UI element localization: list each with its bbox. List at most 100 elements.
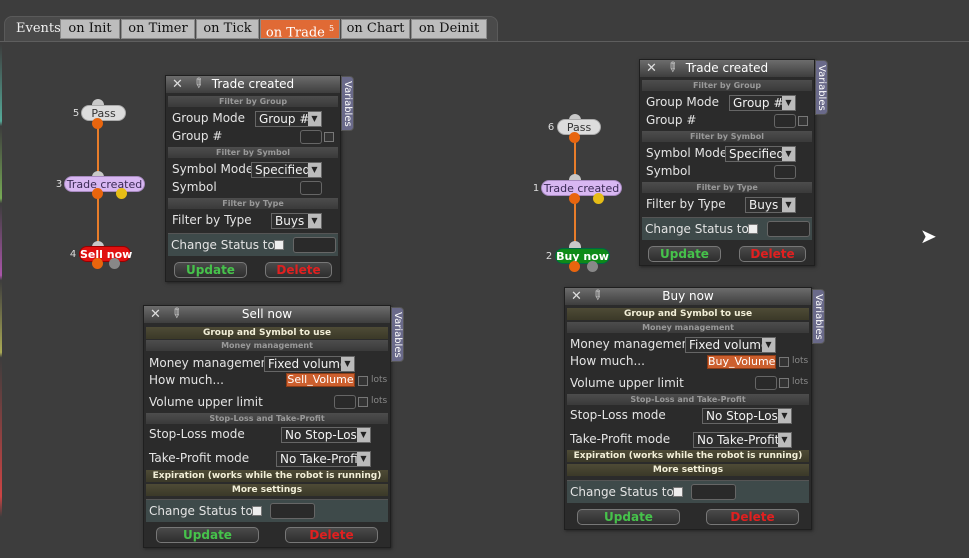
node-output-port[interactable] — [92, 258, 103, 269]
volume-upper-input[interactable] — [755, 376, 777, 390]
variables-tab[interactable]: Variables — [341, 76, 354, 131]
chevron-down-icon: ▼ — [782, 96, 795, 110]
symbol-mode-select[interactable]: Specified ▼ — [725, 146, 796, 162]
symbol-input[interactable] — [774, 165, 796, 179]
symbol-input[interactable] — [300, 181, 322, 195]
money-management-select[interactable]: Fixed volume ▼ — [685, 337, 776, 353]
take-profit-label: Take-Profit mode — [149, 451, 250, 465]
chevron-down-icon: ▼ — [778, 433, 791, 447]
update-button[interactable]: Update — [577, 509, 680, 525]
change-status-checkbox[interactable] — [673, 487, 683, 497]
node-pass[interactable]: Pass — [81, 105, 126, 121]
update-button[interactable]: Update — [156, 527, 259, 543]
money-management-select[interactable]: Fixed volume ▼ — [264, 356, 355, 372]
group-mode-value: Group # — [733, 96, 784, 110]
node-output-port[interactable] — [569, 132, 580, 143]
group-mode-select[interactable]: Group # ▼ — [729, 95, 796, 111]
variables-tab[interactable]: Variables — [391, 307, 404, 362]
group-mode-select[interactable]: Group # ▼ — [255, 111, 322, 127]
group-mode-value: Group # — [259, 112, 310, 126]
how-much-label: How much... — [149, 373, 224, 387]
chevron-down-icon: ▼ — [782, 198, 795, 212]
close-icon[interactable]: ✕ — [646, 61, 657, 76]
expiration-header[interactable]: Expiration (works while the robot is run… — [146, 470, 388, 482]
symbol-label: Symbol — [172, 180, 217, 194]
stop-loss-select[interactable]: No Stop-Loss ▼ — [702, 408, 792, 424]
change-status-input[interactable] — [293, 237, 336, 253]
how-much-checkbox[interactable] — [358, 376, 368, 386]
how-much-input[interactable]: Sell_Volume — [286, 373, 355, 387]
node-trade-created[interactable]: Trade created — [541, 180, 622, 196]
close-icon[interactable]: ✕ — [571, 289, 582, 304]
delete-button[interactable]: Delete — [265, 262, 332, 278]
stop-loss-select[interactable]: No Stop-Loss ▼ — [281, 427, 371, 443]
group-number-input[interactable] — [300, 130, 322, 144]
change-status-checkbox[interactable] — [748, 224, 758, 234]
node-pass[interactable]: Pass — [557, 119, 601, 135]
node-trade-created[interactable]: Trade created — [64, 176, 145, 192]
node-output-port[interactable] — [569, 193, 580, 204]
group-number-input[interactable] — [774, 114, 796, 128]
node-input-port[interactable] — [569, 241, 581, 248]
how-much-checkbox[interactable] — [779, 357, 789, 367]
delete-button[interactable]: Delete — [285, 527, 378, 543]
filter-type-select[interactable]: Buys ▼ — [745, 197, 796, 213]
close-icon[interactable]: ✕ — [172, 77, 183, 92]
group-symbol-header[interactable]: Group and Symbol to use — [146, 327, 388, 339]
more-settings-header[interactable]: More settings — [146, 484, 388, 496]
filter-group-header: Filter by Group — [168, 96, 338, 107]
node-buy-now[interactable]: Buy now — [555, 248, 610, 264]
node-output-port[interactable] — [109, 258, 120, 269]
expiration-header[interactable]: Expiration (works while the robot is run… — [567, 450, 809, 462]
node-output-port[interactable] — [92, 188, 103, 199]
stop-loss-label: Stop-Loss mode — [149, 427, 245, 441]
delete-button[interactable]: Delete — [706, 509, 799, 525]
volume-upper-checkbox[interactable] — [779, 378, 789, 388]
tab-on-tick[interactable]: on Tick — [196, 19, 259, 39]
more-settings-header[interactable]: More settings — [567, 464, 809, 476]
tab-on-init[interactable]: on Init — [60, 19, 120, 39]
node-output-port[interactable] — [587, 261, 598, 272]
node-output-port[interactable] — [569, 261, 580, 272]
group-number-checkbox[interactable] — [324, 132, 334, 142]
events-label: Events — [16, 21, 61, 36]
stop-loss-value: No Stop-Loss — [285, 428, 364, 442]
change-status-label: Change Status to — [570, 485, 674, 499]
volume-upper-checkbox[interactable] — [358, 397, 368, 407]
change-status-checkbox[interactable] — [252, 506, 262, 516]
filter-type-select[interactable]: Buys ▼ — [271, 213, 322, 229]
volume-upper-input[interactable] — [334, 395, 356, 409]
change-status-label: Change Status to — [149, 504, 253, 518]
money-management-label: Money management — [570, 337, 694, 351]
filter-type-value: Buys — [275, 214, 305, 228]
symbol-mode-select[interactable]: Specified ▼ — [251, 162, 322, 178]
change-status-input[interactable] — [691, 484, 736, 500]
lots-unit: lots — [371, 396, 388, 406]
take-profit-select[interactable]: No Take-Profit ▼ — [276, 451, 371, 467]
node-sell-now[interactable]: Sell now — [79, 246, 132, 262]
group-number-checkbox[interactable] — [798, 116, 808, 126]
delete-button[interactable]: Delete — [739, 246, 806, 262]
update-button[interactable]: Update — [648, 246, 721, 262]
take-profit-select[interactable]: No Take-Profit ▼ — [693, 432, 792, 448]
change-status-input[interactable] — [767, 221, 810, 237]
change-status-checkbox[interactable] — [274, 240, 284, 250]
tab-on-chart[interactable]: on Chart — [341, 19, 410, 39]
buy-now-panel: Buy now ✕ ✎ Group and Symbol to use Mone… — [564, 286, 812, 530]
change-status-input[interactable] — [270, 503, 315, 519]
variables-tab[interactable]: Variables — [812, 289, 825, 344]
variables-tab[interactable]: Variables — [815, 60, 828, 115]
filter-group-header: Filter by Group — [642, 80, 812, 91]
node-output-port[interactable] — [92, 118, 103, 129]
symbol-mode-label: Symbol Mode — [172, 162, 254, 176]
tab-on-trade[interactable]: on Trade 5 — [260, 19, 340, 40]
update-button[interactable]: Update — [174, 262, 247, 278]
node-output-port[interactable] — [593, 193, 604, 204]
tab-on-timer[interactable]: on Timer — [121, 19, 195, 39]
tab-on-deinit[interactable]: on Deinit — [411, 19, 487, 39]
close-icon[interactable]: ✕ — [150, 307, 161, 322]
node-output-port[interactable] — [116, 188, 127, 199]
group-symbol-header[interactable]: Group and Symbol to use — [567, 308, 809, 320]
trade-created-panel-left: Trade created ✕ ✎ Filter by Group Group … — [165, 74, 341, 282]
how-much-input[interactable]: Buy_Volume — [707, 355, 776, 369]
